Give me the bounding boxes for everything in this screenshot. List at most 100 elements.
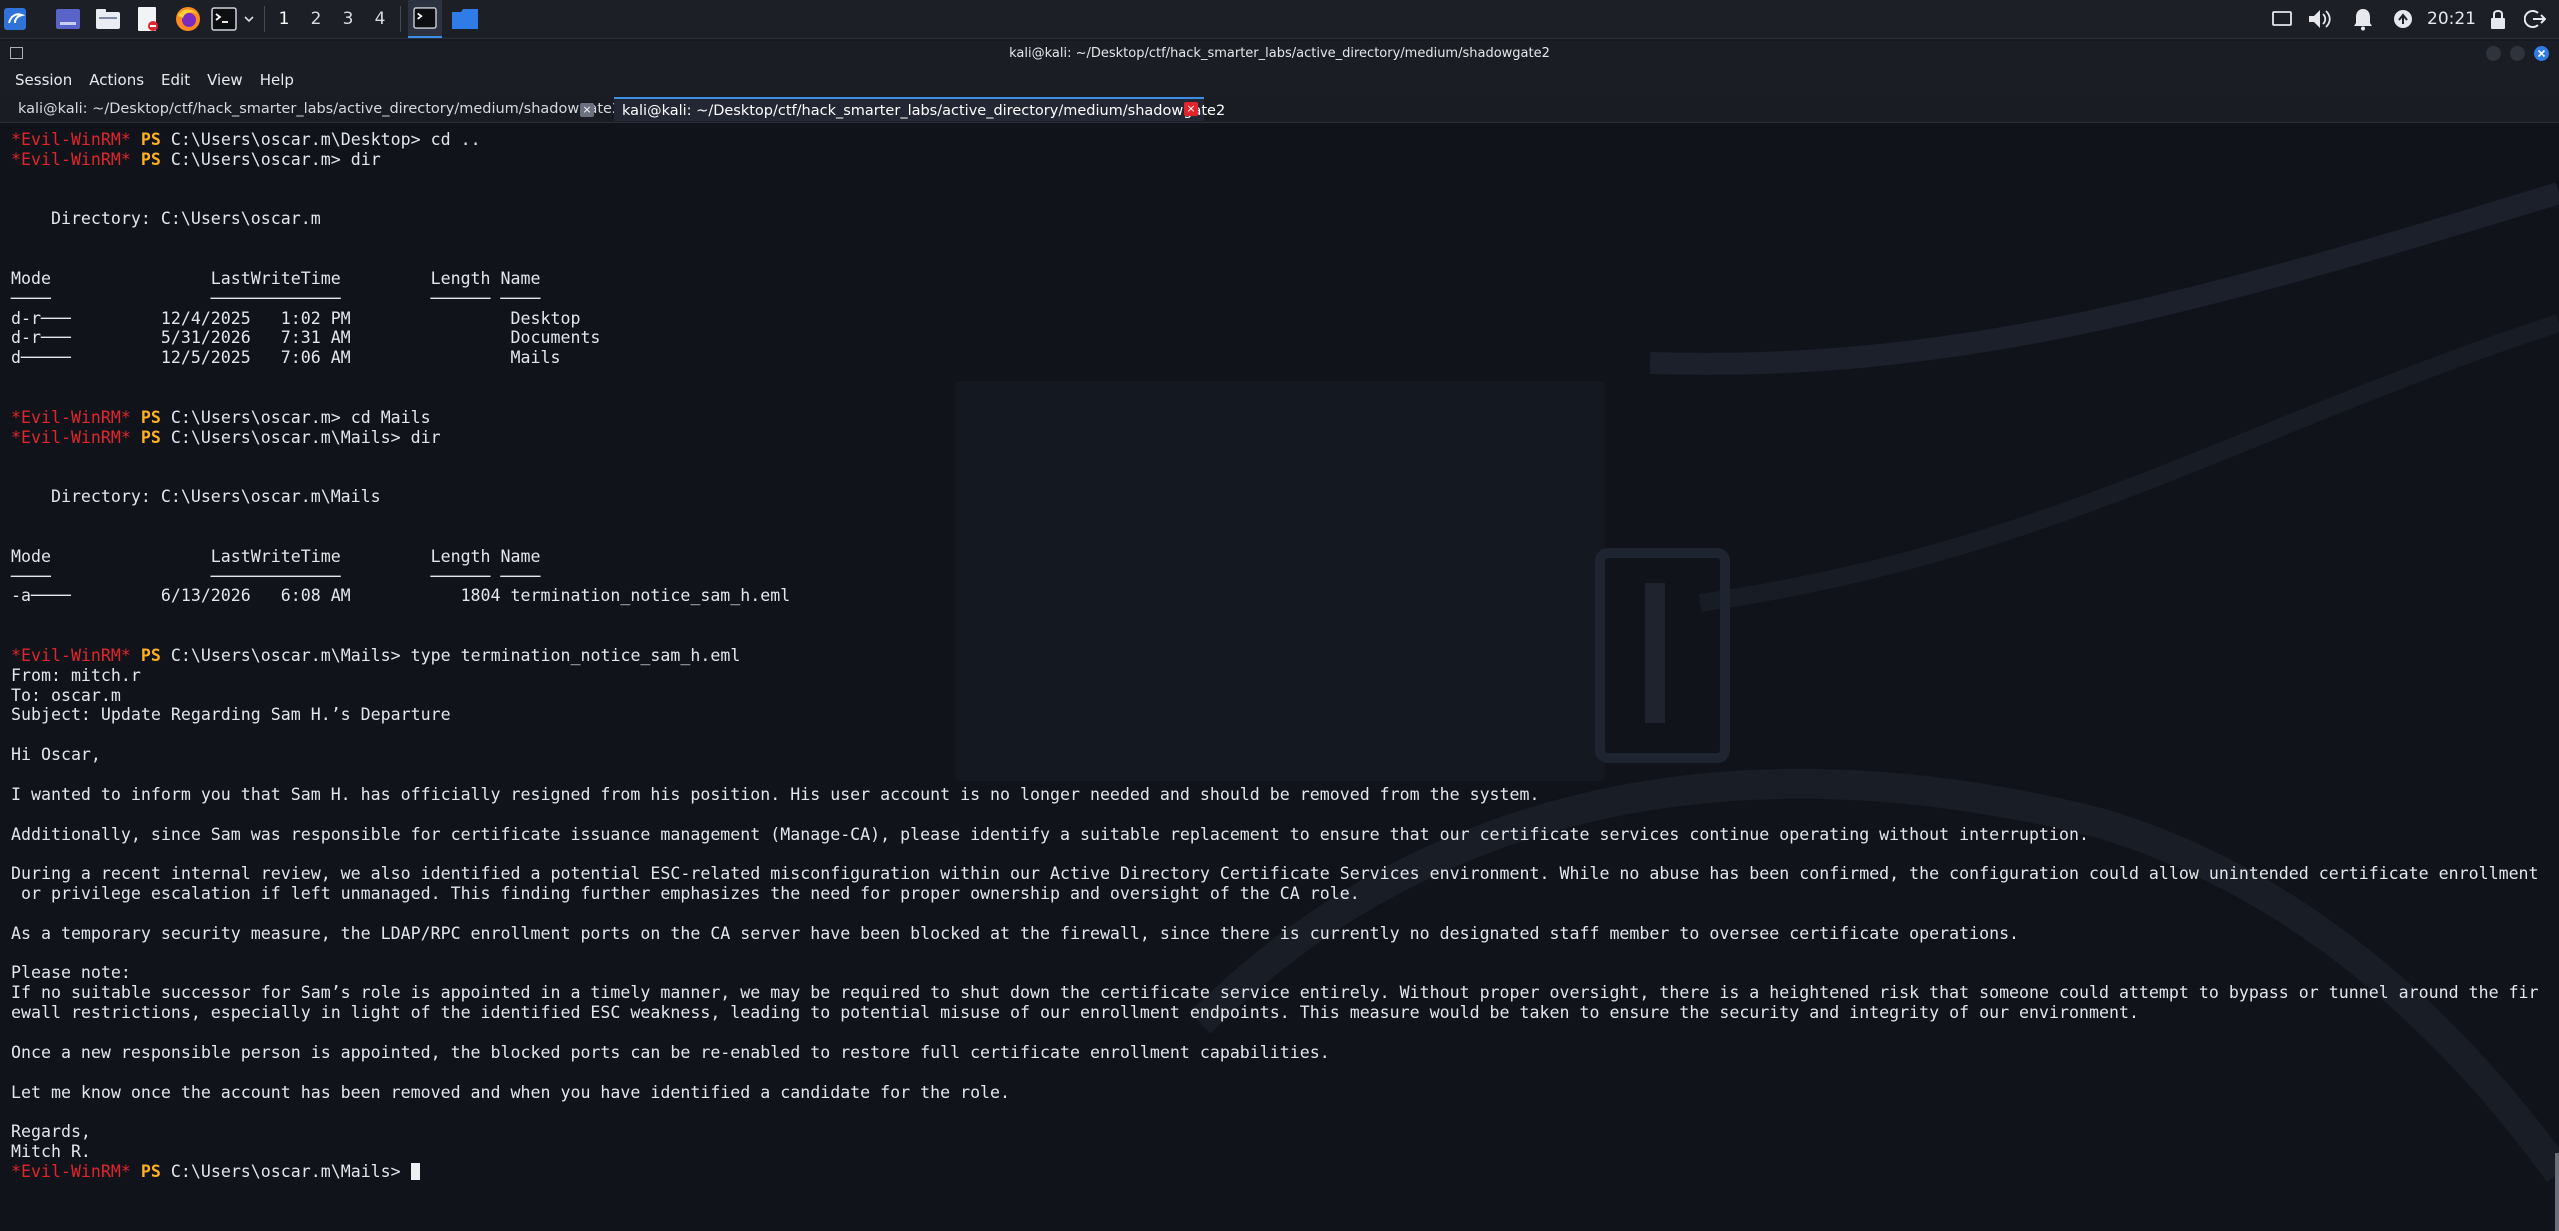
output-line: To: oscar.m [11, 685, 121, 705]
workspace-3[interactable]: 3 [333, 0, 363, 38]
ps-prompt: PS [140, 427, 161, 447]
window-title: kali@kali: ~/Desktop/ctf/hack_smarter_la… [1009, 46, 1550, 61]
prompt-path: C:\Users\oscar.m> [170, 407, 341, 427]
menu-help[interactable]: Help [260, 71, 294, 89]
logout-icon[interactable] [2522, 0, 2548, 38]
volume-icon[interactable] [2305, 0, 2335, 38]
kali-menu-icon[interactable] [2, 0, 28, 38]
output-line: Regards, [11, 1122, 91, 1142]
minimize-button[interactable] [2486, 46, 2501, 61]
prompt-line: *Evil-WinRM* PS C:\Users\oscar.m> cd Mai… [11, 408, 2551, 428]
display-icon[interactable] [2270, 0, 2294, 38]
evil-winrm-prompt: *Evil-WinRM* [11, 130, 131, 149]
text-cursor [410, 1162, 420, 1180]
output-line: I wanted to inform you that Sam H. has o… [11, 784, 1540, 804]
update-icon[interactable] [2392, 0, 2414, 38]
top-panel: 1 2 3 4 20:21 [0, 0, 2559, 39]
lock-icon[interactable] [2486, 0, 2510, 38]
terminal-output[interactable]: *Evil-WinRM* PS C:\Users\oscar.m\Desktop… [11, 130, 2551, 1182]
ps-prompt: PS [140, 407, 161, 427]
output-line: d-r─── 12/4/2025 1:02 PM Desktop [11, 308, 581, 328]
prompt-path: C:\Users\oscar.m\Mails> [170, 1161, 401, 1181]
output-line: -a──── 6/13/2026 6:08 AM 1804 terminatio… [11, 586, 791, 606]
prompt-path: C:\Users\oscar.m\Mails> [170, 645, 401, 665]
ps-prompt: PS [140, 645, 161, 665]
output-line: Subject: Update Regarding Sam H.’s Depar… [11, 705, 451, 725]
evil-winrm-prompt: *Evil-WinRM* [11, 645, 131, 665]
prompt-path: C:\Users\oscar.m> [170, 149, 341, 169]
menu-session[interactable]: Session [15, 71, 72, 89]
prompt-path: C:\Users\oscar.m\Desktop> [170, 130, 421, 149]
output-line: Directory: C:\Users\oscar.m [11, 209, 321, 229]
prompt-line: *Evil-WinRM* PS C:\Users\oscar.m\Mails> [11, 1162, 2551, 1182]
chevron-down-icon[interactable] [242, 0, 256, 38]
tab-bar: kali@kali: ~/Desktop/ctf/hack_smarter_la… [0, 94, 2559, 123]
close-button[interactable] [2534, 46, 2549, 61]
ps-prompt: PS [140, 130, 161, 149]
tab-label: kali@kali: ~/Desktop/ctf/hack_smarter_la… [622, 103, 1226, 119]
bell-icon[interactable] [2350, 0, 2376, 38]
workspace-1[interactable]: 1 [269, 0, 299, 38]
panel-separator [400, 6, 401, 32]
output-line: As a temporary security measure, the LDA… [11, 923, 2020, 943]
prompt-line: *Evil-WinRM* PS C:\Users\oscar.m\Mails> … [11, 428, 2551, 448]
terminal-icon[interactable] [210, 0, 238, 38]
menu-edit[interactable]: Edit [161, 71, 190, 89]
output-line: ──── ───────────── ────── ──── [11, 566, 541, 586]
output-line: During a recent internal review, we also… [11, 864, 2539, 884]
ps-prompt: PS [140, 149, 161, 169]
output-line: If no suitable successor for Sam’s role … [11, 983, 2539, 1003]
tab-inactive[interactable]: kali@kali: ~/Desktop/ctf/hack_smarter_la… [10, 97, 621, 121]
panel-separator [264, 6, 265, 32]
output-line: d───── 12/5/2025 7:06 AM Mails [11, 348, 561, 368]
prompt-line: *Evil-WinRM* PS C:\Users\oscar.m> dir [11, 150, 2551, 170]
command-text: cd .. [430, 130, 481, 149]
evil-winrm-prompt: *Evil-WinRM* [11, 427, 131, 447]
prompt-path: C:\Users\oscar.m\Mails> [170, 427, 401, 447]
menu-actions[interactable]: Actions [89, 71, 144, 89]
output-line: ewall restrictions, especially in light … [11, 1003, 2139, 1023]
file-manager-icon[interactable] [94, 0, 122, 38]
menu-bar: Session Actions Edit View Help [0, 66, 2559, 94]
prompt-line: *Evil-WinRM* PS C:\Users\oscar.m\Mails> … [11, 646, 2551, 666]
output-line: Additionally, since Sam was responsible … [11, 824, 2089, 844]
output-line: Let me know once the account has been re… [11, 1082, 1011, 1102]
tab-close-icon[interactable]: × [580, 103, 594, 117]
tab-label: kali@kali: ~/Desktop/ctf/hack_smarter_la… [18, 101, 622, 117]
output-line: d-r─── 5/31/2026 7:31 AM Documents [11, 328, 601, 348]
folder-task-icon[interactable] [449, 0, 481, 38]
clock[interactable]: 20:21 [2427, 0, 2476, 38]
tab-active[interactable]: kali@kali: ~/Desktop/ctf/hack_smarter_la… [614, 97, 1225, 121]
workspace-4[interactable]: 4 [365, 0, 395, 38]
desktop-icon[interactable] [54, 0, 82, 38]
terminal-task-icon[interactable] [408, 0, 442, 38]
workspace-2[interactable]: 2 [301, 0, 331, 38]
scrollbar[interactable] [2555, 1153, 2559, 1231]
text-editor-icon[interactable] [134, 0, 162, 38]
firefox-icon[interactable] [174, 0, 202, 38]
window-titlebar[interactable]: kali@kali: ~/Desktop/ctf/hack_smarter_la… [0, 41, 2559, 66]
command-text: dir [410, 427, 441, 447]
maximize-button[interactable] [2510, 46, 2525, 61]
tab-close-icon[interactable]: × [1184, 102, 1198, 116]
terminal-view[interactable]: *Evil-WinRM* PS C:\Users\oscar.m\Desktop… [0, 123, 2559, 1231]
command-text: dir [350, 149, 381, 169]
command-text: type termination_notice_sam_h.eml [410, 645, 741, 665]
output-line: ──── ───────────── ────── ──── [11, 288, 541, 308]
menu-view[interactable]: View [207, 71, 243, 89]
